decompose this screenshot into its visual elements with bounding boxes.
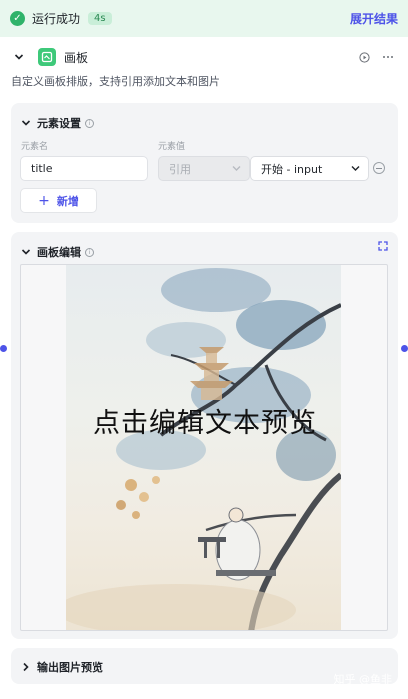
node-header: 画板 bbox=[0, 45, 408, 69]
element-value-label: 元素值 bbox=[158, 142, 186, 152]
run-status-bar: ✓ 运行成功 4s 展开结果 bbox=[0, 0, 408, 37]
collapse-chevron-icon[interactable] bbox=[21, 247, 31, 257]
canvas-preview[interactable]: 点击编辑文本预览 bbox=[20, 264, 388, 631]
add-element-label: 新增 bbox=[56, 194, 79, 208]
expand-results-button[interactable]: 展开结果 bbox=[350, 10, 398, 27]
chevron-down-icon bbox=[232, 166, 241, 171]
status-text: 运行成功 bbox=[32, 12, 81, 26]
variable-source-select[interactable]: 开始 - input bbox=[250, 156, 369, 181]
info-icon[interactable]: i bbox=[85, 118, 94, 128]
section-title: 元素设置 bbox=[37, 117, 81, 130]
remove-element-icon[interactable] bbox=[373, 162, 385, 174]
reference-type-select[interactable]: 引用 bbox=[158, 156, 250, 181]
play-icon[interactable] bbox=[359, 51, 370, 63]
node-description: 自定义画板排版，支持引用添加文本和图片 bbox=[11, 75, 220, 88]
plus-icon: + bbox=[38, 192, 50, 209]
run-time-badge: 4s bbox=[88, 12, 112, 25]
element-settings-panel: 元素设置 i 元素名 元素值 title 引用 开始 - input + 新增 bbox=[11, 103, 398, 223]
collapse-chevron-icon[interactable] bbox=[21, 118, 31, 128]
success-check-icon: ✓ bbox=[10, 11, 25, 26]
reference-type-value: 引用 bbox=[169, 162, 191, 176]
watermark-text: 知乎 @鱼非 bbox=[333, 673, 393, 686]
info-icon[interactable]: i bbox=[85, 247, 94, 257]
add-element-button[interactable]: + 新增 bbox=[20, 188, 97, 213]
chevron-down-icon bbox=[351, 166, 360, 171]
section-title: 输出图片预览 bbox=[37, 661, 103, 674]
canvas-editor-panel: 画板编辑 i 点击编辑文本预览 bbox=[11, 232, 398, 639]
expand-chevron-icon[interactable] bbox=[21, 662, 31, 672]
canvas-text-preview[interactable]: 点击编辑文本预览 bbox=[21, 401, 387, 440]
node-title: 画板 bbox=[64, 50, 89, 65]
output-port-handle[interactable] bbox=[401, 345, 408, 352]
element-name-label: 元素名 bbox=[21, 142, 49, 152]
variable-source-value: 开始 - input bbox=[261, 162, 323, 176]
section-title: 画板编辑 bbox=[37, 246, 81, 259]
more-options-icon[interactable] bbox=[382, 55, 394, 59]
collapse-chevron-icon[interactable] bbox=[14, 52, 24, 62]
canvas-node-icon bbox=[38, 48, 56, 66]
ink-painting-image bbox=[66, 265, 341, 630]
element-name-input[interactable]: title bbox=[20, 156, 148, 181]
fullscreen-icon[interactable] bbox=[378, 241, 388, 251]
input-port-handle[interactable] bbox=[0, 345, 7, 352]
